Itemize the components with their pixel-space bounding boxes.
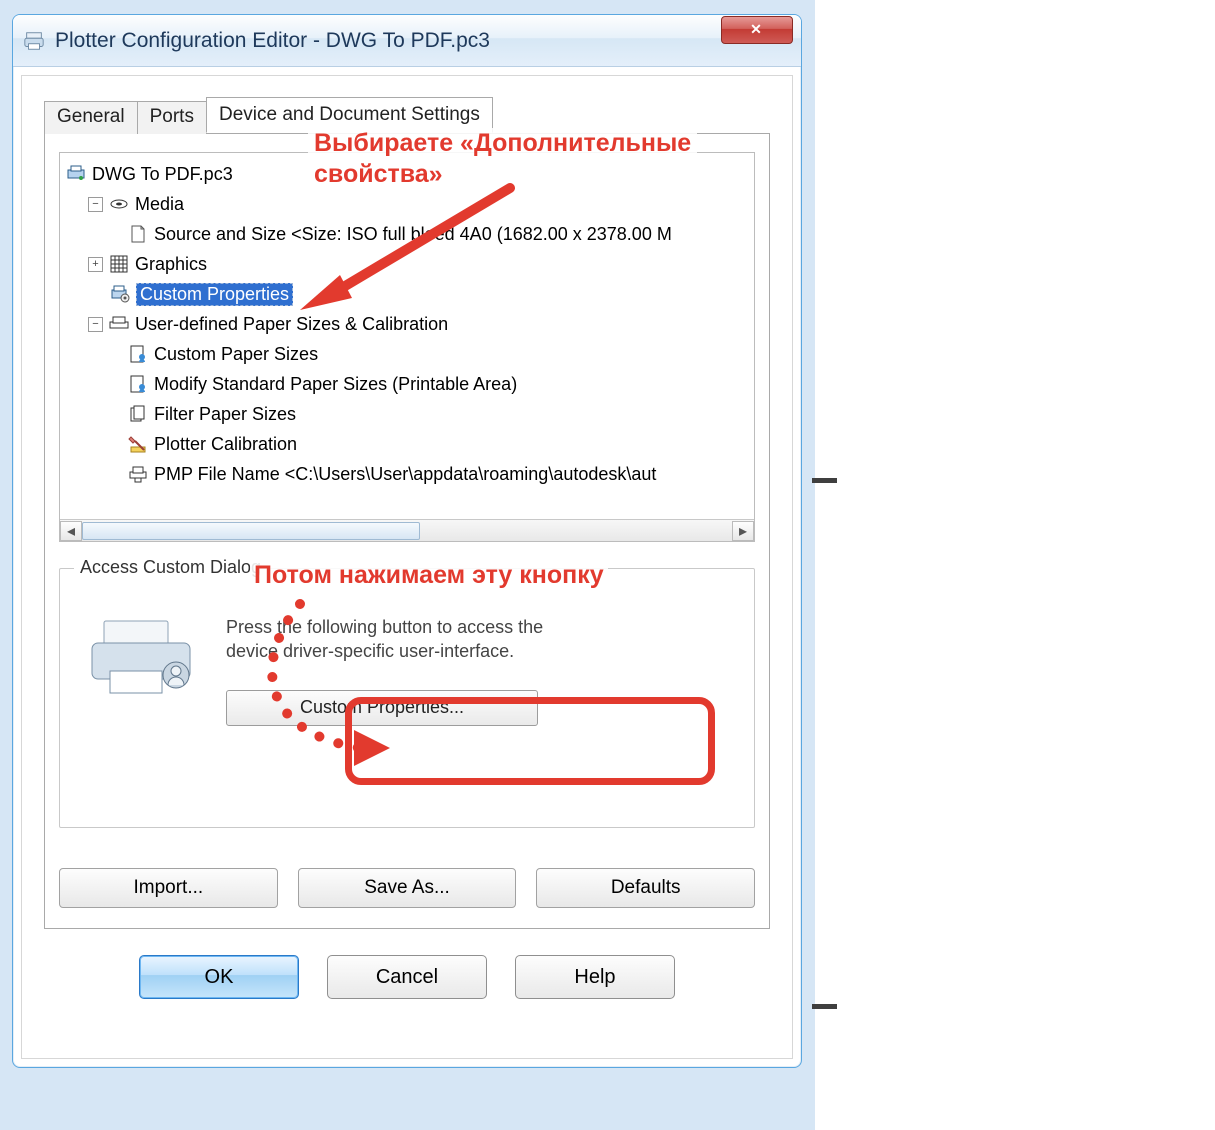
expand-icon[interactable]: + (88, 257, 103, 272)
tree-label: Graphics (135, 254, 207, 275)
tree-label: Filter Paper Sizes (154, 404, 296, 425)
secondary-button-row: Import... Save As... Defaults (59, 868, 755, 908)
tree-row-calib[interactable]: Plotter Calibration (66, 429, 750, 459)
tree-label: Media (135, 194, 184, 215)
close-icon: ✕ (750, 21, 764, 38)
tree-row-graphics[interactable]: + Graphics (66, 249, 750, 279)
annotation-text-1: Выбираете «Дополнительные свойства» (308, 128, 697, 191)
tab-page: DWG To PDF.pc3 − Media (44, 134, 770, 929)
tree-row-custom-properties[interactable]: Custom Properties (66, 279, 750, 309)
printer-large-icon (86, 615, 196, 699)
group-legend: Access Custom Dialog (74, 557, 267, 578)
scroll-track[interactable] (82, 521, 732, 541)
horizontal-scrollbar[interactable]: ◂ ▸ (60, 519, 754, 541)
printer-settings-icon (110, 284, 130, 304)
scroll-thumb[interactable] (82, 522, 420, 540)
titlebar[interactable]: Plotter Configuration Editor - DWG To PD… (13, 15, 801, 67)
tree-label: PMP File Name <C:\Users\User\appdata\roa… (154, 464, 656, 485)
ruler-tick (812, 1004, 837, 1009)
printer-icon (23, 30, 45, 52)
scroll-right-icon[interactable]: ▸ (732, 521, 754, 541)
paper-user-icon (128, 374, 148, 394)
plotter-wide-icon (109, 314, 129, 334)
annotation-text-2: Потом нажимаем эту кнопку (250, 561, 608, 590)
page-icon (128, 224, 148, 244)
custom-properties-button[interactable]: Custom Properties... (226, 690, 538, 726)
paper-user-icon (128, 344, 148, 364)
tree-label-selected: Custom Properties (136, 283, 293, 306)
tree-view[interactable]: DWG To PDF.pc3 − Media (59, 152, 755, 542)
tree-label: User-defined Paper Sizes & Calibration (135, 314, 448, 335)
tab-ports[interactable]: Ports (137, 101, 207, 134)
plotter-file-icon (128, 464, 148, 484)
tree-row-filter[interactable]: Filter Paper Sizes (66, 399, 750, 429)
grid-icon (109, 254, 129, 274)
tab-general[interactable]: General (44, 101, 138, 134)
ok-button[interactable]: OK (139, 955, 299, 999)
tree-row-media[interactable]: − Media (66, 189, 750, 219)
tree-row-cps[interactable]: Custom Paper Sizes (66, 339, 750, 369)
dialog-button-row: OK Cancel Help (44, 955, 770, 999)
tree-label: Source and Size <Size: ISO full bleed 4A… (154, 224, 672, 245)
ruler-tick (812, 478, 837, 483)
annotation-line: Выбираете «Дополнительные (314, 129, 691, 157)
tree-label: Modify Standard Paper Sizes (Printable A… (154, 374, 517, 395)
pencil-ruler-icon (128, 434, 148, 454)
disc-icon (109, 194, 129, 214)
collapse-icon[interactable]: − (88, 317, 103, 332)
import-button[interactable]: Import... (59, 868, 278, 908)
tree-row-source[interactable]: Source and Size <Size: ISO full bleed 4A… (66, 219, 750, 249)
defaults-button[interactable]: Defaults (536, 868, 755, 908)
collapse-icon[interactable]: − (88, 197, 103, 212)
tree-row-modify[interactable]: Modify Standard Paper Sizes (Printable A… (66, 369, 750, 399)
plotter-icon (66, 164, 86, 184)
help-button[interactable]: Help (515, 955, 675, 999)
tree: DWG To PDF.pc3 − Media (60, 153, 754, 489)
save-as-button[interactable]: Save As... (298, 868, 517, 908)
tree-label: DWG To PDF.pc3 (92, 164, 233, 185)
tree-label: Plotter Calibration (154, 434, 297, 455)
cancel-button[interactable]: Cancel (327, 955, 487, 999)
scroll-left-icon[interactable]: ◂ (60, 521, 82, 541)
annotation-line: свойства» (314, 160, 443, 188)
group-text-line: device driver-specific user-interface. (226, 639, 543, 663)
tree-row-udps[interactable]: − User-defined Paper Sizes & Calibration (66, 309, 750, 339)
group-text-line: Press the following button to access the (226, 615, 543, 639)
access-custom-dialog-group: Access Custom Dialog Press the following… (59, 568, 755, 828)
close-button[interactable]: ✕ (721, 16, 793, 44)
tree-row-pmp[interactable]: PMP File Name <C:\Users\User\appdata\roa… (66, 459, 750, 489)
tree-label: Custom Paper Sizes (154, 344, 318, 365)
window-title: Plotter Configuration Editor - DWG To PD… (55, 29, 490, 53)
papers-icon (128, 404, 148, 424)
